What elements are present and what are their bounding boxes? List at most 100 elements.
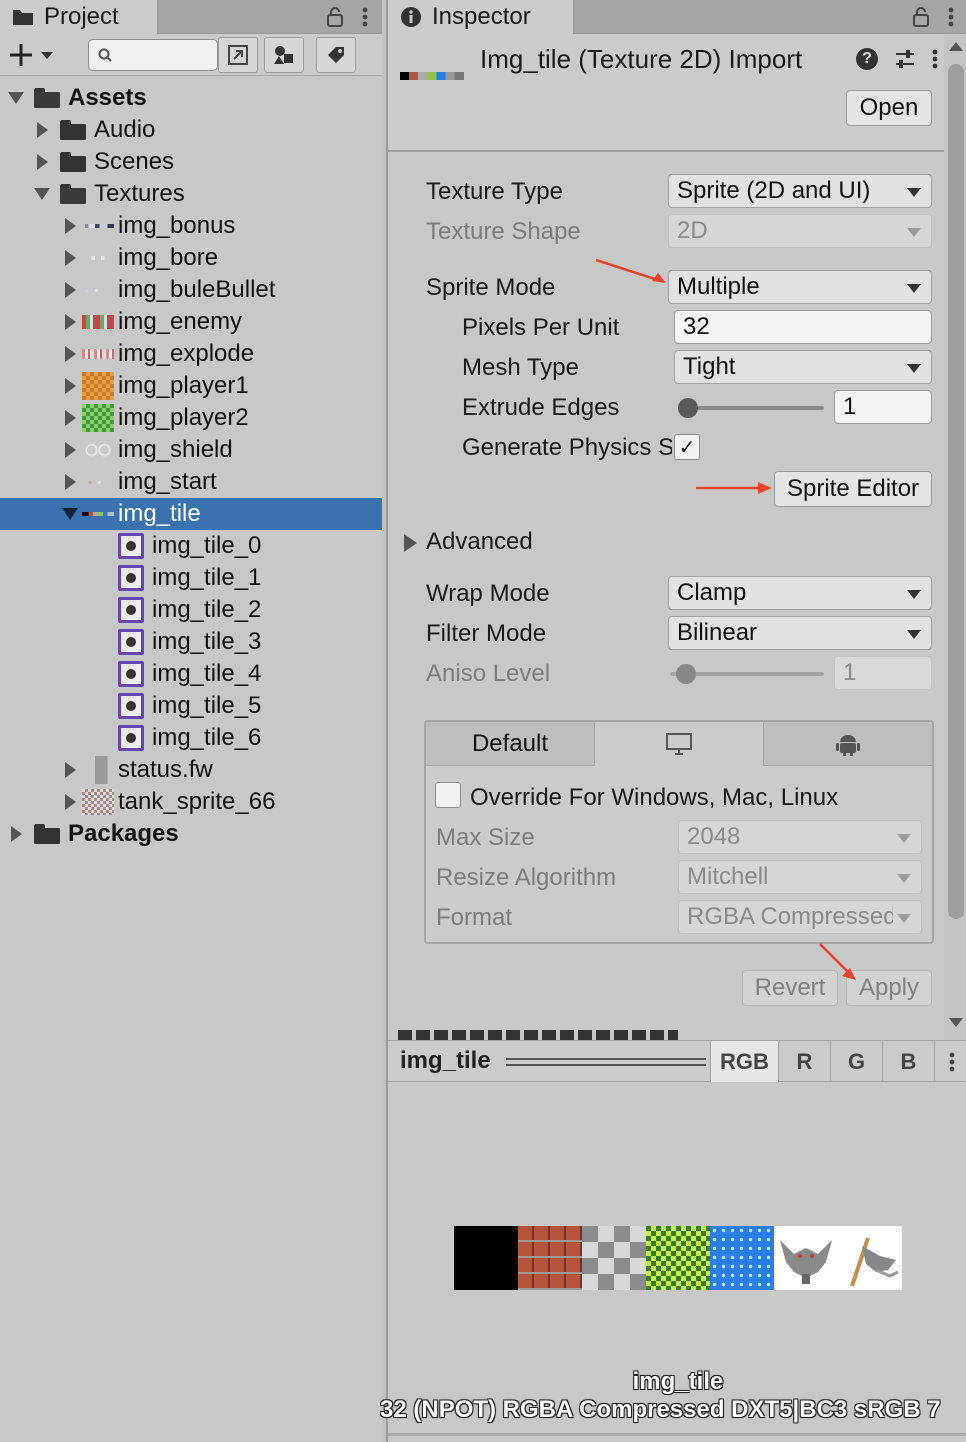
extrude-edges-label: Extrude Edges [462,394,620,421]
tree-item-packages[interactable]: Packages [0,818,382,850]
tree-item-label: img_tile_3 [152,628,262,655]
scroll-up-arrow-icon[interactable] [949,42,963,51]
dropdown-caret-icon [897,914,911,923]
extrude-edges-field[interactable]: 1 [834,390,932,424]
channel-r-button[interactable]: R [778,1041,830,1082]
preset-sliders-icon[interactable] [894,48,916,70]
channel-b-button[interactable]: B [882,1041,934,1082]
chevron-down-icon [41,52,53,59]
tree-item-img-explode[interactable]: img_explode [0,338,382,370]
expand-arrow-icon[interactable] [58,282,82,298]
tree-item-textures[interactable]: Textures [0,178,382,210]
filter-label-button[interactable] [316,37,356,73]
help-icon[interactable]: ? [856,48,878,70]
scroll-down-arrow-icon[interactable] [949,1018,963,1027]
mesh-type-dropdown[interactable]: Tight [674,350,932,384]
sprite-editor-button[interactable]: Sprite Editor [774,471,932,507]
kebab-menu-icon[interactable] [948,6,954,28]
tree-item-img-bore[interactable]: img_bore [0,242,382,274]
expand-arrow-icon[interactable] [58,346,82,362]
platform-tab-android[interactable] [764,722,932,766]
expand-arrow-icon[interactable] [58,508,82,520]
tree-item-label: img_player2 [118,404,249,431]
inspector-panel: Inspector Img_tile (Texture 2D) Import ?… [386,0,966,1040]
eagle-icon [780,1240,832,1284]
tree-item-tank-sprite-66[interactable]: tank_sprite_66 [0,786,382,818]
expand-arrow-icon[interactable] [58,474,82,490]
channel-g-button[interactable]: G [830,1041,882,1082]
sprite-icon [115,722,147,754]
generate-physics-shape-checkbox[interactable]: ✓ [674,434,700,460]
scrollbar-thumb[interactable] [948,64,964,919]
max-size-value: 2048 [687,823,741,850]
tree-item-label: img_start [118,468,217,495]
tree-item-img-bulebullet[interactable]: img_buleBullet [0,274,382,306]
expand-arrow-icon[interactable] [30,122,54,138]
expand-arrow-icon[interactable] [30,154,54,170]
pixels-per-unit-label: Pixels Per Unit [462,314,620,341]
tree-item-img-enemy[interactable]: img_enemy [0,306,382,338]
tree-item-img-tile-2[interactable]: img_tile_2 [0,594,382,626]
extrude-edges-slider[interactable] [678,406,824,410]
search-input[interactable] [88,39,218,71]
advanced-foldout[interactable]: Advanced [426,528,533,556]
kebab-menu-icon[interactable] [362,6,368,28]
expand-arrow-icon[interactable] [4,92,28,104]
filter-mode-dropdown[interactable]: Bilinear [668,616,932,650]
expand-arrow-icon[interactable] [404,534,417,552]
expand-arrow-icon[interactable] [58,250,82,266]
open-button[interactable]: Open [846,90,932,126]
filter-type-button[interactable] [264,37,304,73]
create-button[interactable] [8,38,66,72]
tree-item-img-tile-1[interactable]: img_tile_1 [0,562,382,594]
preview-menu-button[interactable] [934,1041,966,1082]
search-scope-button[interactable] [218,37,258,73]
tile-steel [582,1226,646,1290]
tab-inspector[interactable]: Inspector [388,0,574,34]
tree-item-img-bonus[interactable]: img_bonus [0,210,382,242]
tree-item-status-fw[interactable]: status.fw [0,754,382,786]
tree-item-img-tile-3[interactable]: img_tile_3 [0,626,382,658]
override-checkbox[interactable] [435,782,461,808]
tree-item-img-tile-5[interactable]: img_tile_5 [0,690,382,722]
filter-mode-value: Bilinear [677,619,758,646]
kebab-menu-icon[interactable] [932,48,938,70]
expand-arrow-icon[interactable] [58,794,82,810]
lock-icon[interactable] [326,6,344,28]
texture-type-dropdown[interactable]: Sprite (2D and UI) [668,174,932,208]
platform-tab-default[interactable]: Default [426,722,595,766]
expand-arrow-icon[interactable] [4,826,28,842]
expand-arrow-icon[interactable] [30,188,54,200]
tree-item-img-shield[interactable]: img_shield [0,434,382,466]
expand-arrow-icon[interactable] [58,378,82,394]
tree-item-img-tile[interactable]: img_tile [0,498,382,530]
inspector-scrollbar[interactable] [944,34,966,1040]
tree-item-img-tile-4[interactable]: img_tile_4 [0,658,382,690]
pixels-per-unit-field[interactable]: 32 [674,310,932,344]
tree-item-img-tile-0[interactable]: img_tile_0 [0,530,382,562]
expand-arrow-icon[interactable] [58,410,82,426]
tree-item-img-player2[interactable]: img_player2 [0,402,382,434]
preview-drag-handle[interactable] [506,1058,706,1066]
extrude-edges-slider-thumb[interactable] [678,398,698,418]
platform-tab-standalone[interactable] [595,722,764,766]
tree-item-img-player1[interactable]: img_player1 [0,370,382,402]
info-icon [401,7,421,27]
expand-arrow-icon[interactable] [58,762,82,778]
tree-item-img-start[interactable]: img_start [0,466,382,498]
channel-rgb-button[interactable]: RGB [710,1041,778,1082]
tree-item-audio[interactable]: Audio [0,114,382,146]
wrap-mode-dropdown[interactable]: Clamp [668,576,932,610]
tab-project[interactable]: Project [0,0,158,34]
sprite-mode-dropdown[interactable]: Multiple [668,270,932,304]
format-dropdown: RGBA Compressed [678,900,922,934]
tree-item-scenes[interactable]: Scenes [0,146,382,178]
tree-item-label: Textures [94,180,185,207]
lock-icon[interactable] [912,6,930,28]
expand-arrow-icon[interactable] [58,442,82,458]
tree-item-assets[interactable]: Assets [0,82,382,114]
tree-item-img-tile-6[interactable]: img_tile_6 [0,722,382,754]
annotation-arrow-apply [819,943,856,980]
expand-arrow-icon[interactable] [58,218,82,234]
expand-arrow-icon[interactable] [58,314,82,330]
